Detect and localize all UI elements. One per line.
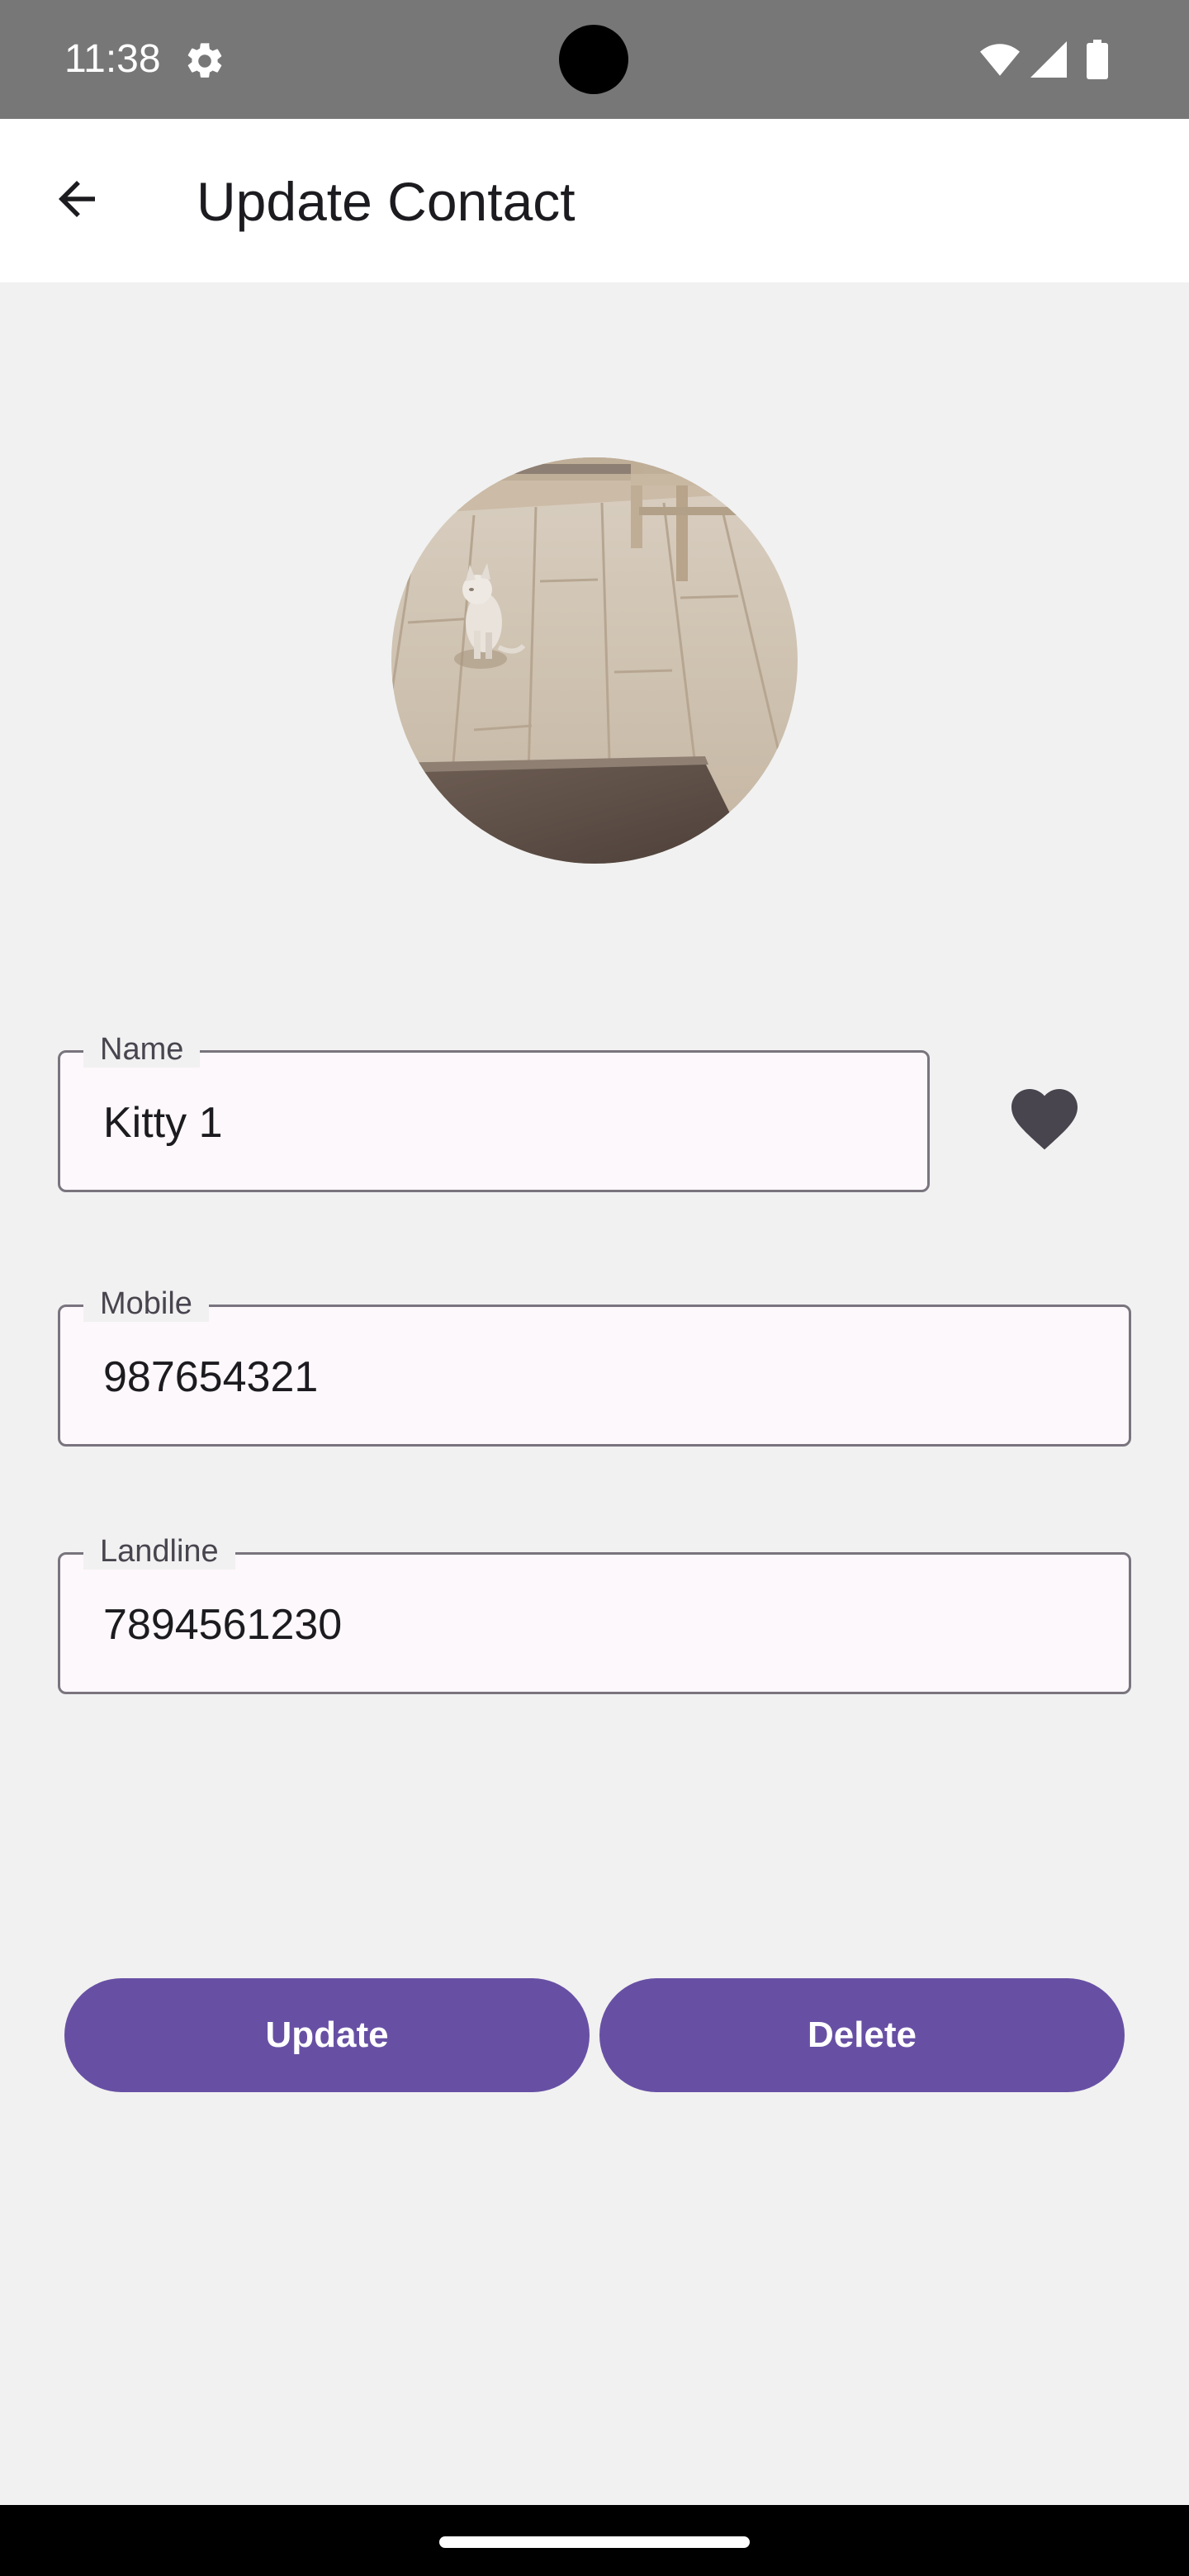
landline-field[interactable]: Landline (58, 1533, 1131, 1694)
cell-signal-icon (1030, 41, 1067, 78)
delete-button[interactable]: Delete (599, 1978, 1125, 2092)
status-time: 11:38 (64, 37, 161, 81)
name-field-label: Name (83, 1031, 201, 1068)
camera-cutout (559, 25, 628, 94)
landline-input[interactable] (103, 1596, 1097, 1654)
name-field[interactable]: Name (58, 1031, 930, 1192)
battery-icon (1087, 40, 1108, 79)
app-bar: Update Contact (0, 119, 1189, 282)
page-title: Update Contact (197, 171, 576, 232)
landline-field-label: Landline (83, 1533, 235, 1570)
arrow-left-icon (59, 181, 95, 217)
back-button[interactable] (33, 155, 121, 243)
settings-gear-icon (187, 43, 222, 78)
name-input[interactable] (103, 1094, 896, 1152)
status-bar: 11:38 (0, 0, 1189, 119)
contact-avatar[interactable] (391, 457, 798, 864)
navigation-bar (0, 2505, 1189, 2576)
heart-filled-icon (1011, 1089, 1078, 1150)
mobile-field-label: Mobile (83, 1286, 209, 1322)
mobile-field[interactable]: Mobile (58, 1286, 1131, 1447)
mobile-input[interactable] (103, 1348, 1097, 1406)
update-button[interactable]: Update (64, 1978, 590, 2092)
wifi-icon (980, 44, 1020, 76)
cat-photo (391, 457, 798, 864)
home-gesture-handle[interactable] (439, 2536, 750, 2548)
favorite-button[interactable] (994, 1065, 1095, 1166)
